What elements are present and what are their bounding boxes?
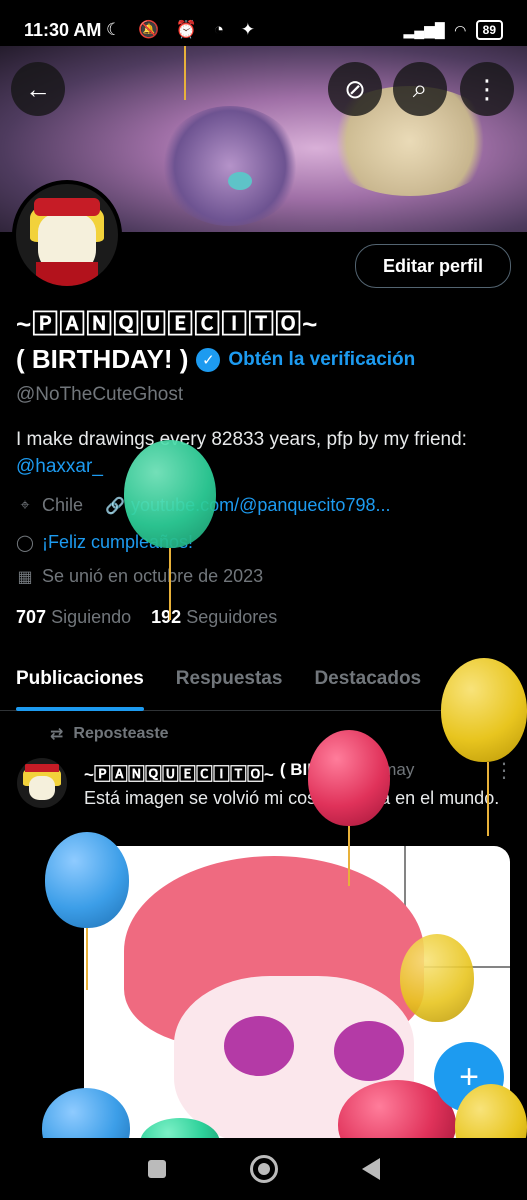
display-name-suffix: ( BIRTHDAY! )	[16, 344, 189, 374]
tab-respuestas[interactable]: Respuestas	[160, 662, 299, 710]
tab-publicaciones[interactable]: Publicaciones	[0, 662, 160, 711]
avatar-bow	[34, 198, 100, 216]
followers-label: Seguidores	[186, 607, 278, 627]
following-count: 707	[16, 607, 47, 627]
user-handle: @NoTheCuteGhost	[16, 384, 184, 405]
follow-stats: 707 Siguiendo 192 Seguidores	[16, 607, 277, 628]
display-name-line1: ~🄿🄰🄽🅀🅄🄴🄲🄸🅃🄾~	[16, 309, 319, 339]
home-icon[interactable]	[249, 1155, 278, 1183]
balloon-red	[308, 730, 390, 826]
balloon-string	[184, 46, 186, 100]
balloon-string	[86, 928, 88, 990]
post-author-name[interactable]: ~🄿🄰🄽🅀🅄🄴🄲🄸🅃🄾~	[84, 760, 274, 785]
repost-icon: ⇄	[50, 726, 64, 743]
status-time: 11:30 AM	[24, 20, 102, 40]
balloon-icon: ◯	[16, 534, 34, 552]
balloon-yellow	[441, 658, 527, 762]
joined-text: Se unió en octubre de 2023	[42, 566, 264, 586]
bio-mention-link[interactable]: @haxxar_	[16, 456, 103, 477]
back-triangle-icon[interactable]	[361, 1158, 380, 1180]
get-verified-link[interactable]: Obtén la verificación	[228, 349, 415, 371]
post-image-eye	[224, 1016, 294, 1076]
followers-count: 192	[151, 607, 182, 627]
profile-bio: I make drawings every 82833 years, pfp b…	[16, 426, 516, 480]
bio-text: I make drawings every 82833 years, pfp b…	[16, 429, 467, 450]
wifi-icon: ◠	[454, 21, 466, 38]
search-icon: ⌕	[412, 73, 428, 103]
post-text: Está imagen se volvió mi cosa favorita e…	[84, 788, 500, 808]
link-icon: 🔗	[105, 497, 125, 515]
post-author-avatar[interactable]	[17, 758, 67, 808]
balloon-string	[348, 826, 350, 886]
back-button[interactable]: ←	[11, 62, 65, 116]
profile-avatar[interactable]	[12, 180, 122, 290]
verified-badge-icon[interactable]: ✓	[196, 347, 221, 372]
following-label: Siguiendo	[51, 607, 132, 627]
display-name-line2: ( BIRTHDAY! ) ✓ Obtén la verificación	[16, 344, 415, 375]
post-image-eye	[334, 1021, 404, 1081]
balloon-string	[487, 762, 489, 836]
post-avatar-face	[29, 776, 55, 800]
system-nav-bar	[0, 1138, 527, 1200]
recents-icon[interactable]	[147, 1160, 166, 1178]
post-avatar-bow	[25, 764, 59, 772]
balloon-blue	[45, 832, 129, 928]
balloon-string	[169, 548, 171, 620]
battery-icon: 89	[475, 20, 503, 40]
more-options-button[interactable]: ⋮	[460, 62, 514, 116]
location-pin-icon: ⌖	[20, 496, 30, 514]
avatar-dress	[36, 262, 98, 286]
status-right: ▂▄▆█ ◠ 89	[403, 20, 503, 40]
more-vertical-icon: ⋮	[474, 73, 500, 104]
edit-profile-button[interactable]: Editar perfil	[355, 244, 511, 288]
calendar-icon: ▦	[17, 568, 33, 586]
hide-banner-button[interactable]: ⊘	[328, 62, 382, 116]
joined-row: ▦ Se unió en octubre de 2023	[16, 566, 263, 587]
banner-art	[160, 106, 300, 226]
repost-label: Reposteaste	[73, 725, 169, 742]
tab-destacados[interactable]: Destacados	[298, 662, 437, 710]
notification-icons: ☾ 🔕 ⏰ ◔ ✦	[106, 20, 261, 39]
eye-off-icon: ⊘	[344, 73, 366, 104]
post-more-icon[interactable]: ⋮	[494, 758, 514, 783]
signal-icon: ▂▄▆█	[403, 21, 445, 38]
repost-indicator: ⇄ Reposteaste	[50, 724, 169, 744]
balloon-yellow	[400, 934, 474, 1022]
location-text: Chile	[42, 495, 84, 515]
following-stat[interactable]: 707 Siguiendo	[16, 607, 131, 628]
banner-art-eye	[228, 172, 252, 190]
balloon-green	[124, 440, 216, 548]
back-arrow-icon: ←	[25, 73, 51, 104]
search-button[interactable]: ⌕	[393, 62, 447, 116]
